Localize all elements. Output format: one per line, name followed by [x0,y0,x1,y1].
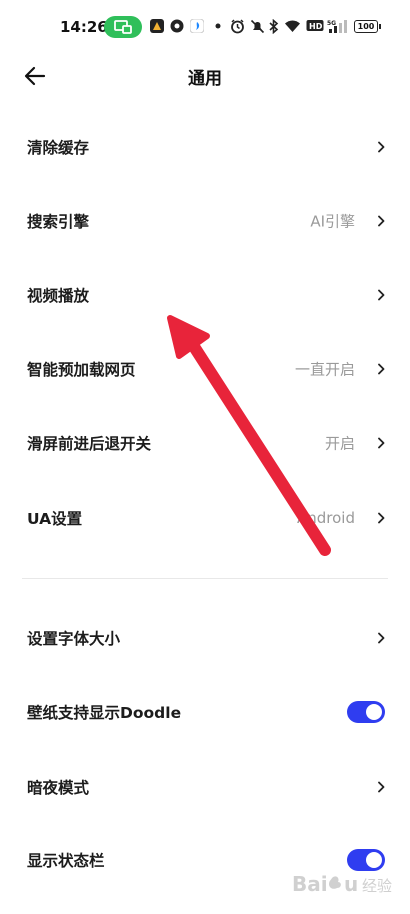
setting-label: 视频播放 [27,287,90,305]
chevron-right-icon [378,215,385,227]
setting-font-size[interactable]: 设置字体大小 [0,601,410,675]
chevron-right-icon [378,289,385,301]
app-icon [190,19,204,33]
setting-search-engine[interactable]: 搜索引擎 AI引擎 [0,184,410,258]
svg-text:Bai: Bai [292,872,328,896]
setting-smart-preload[interactable]: 智能预加载网页 一直开启 [0,332,410,406]
setting-label: 设置字体大小 [27,630,121,648]
setting-label: 滑屏前进后退开关 [27,435,152,453]
setting-value: 开启 [324,434,355,453]
setting-label: 暗夜模式 [27,779,90,797]
wifi-icon [285,20,300,32]
setting-label: 显示状态栏 [27,852,105,870]
page-title: 通用 [188,69,222,89]
app-icon [150,19,164,33]
setting-value: Android [297,509,355,527]
screen-cast-pill[interactable] [104,16,142,38]
chevron-right-icon [378,363,385,375]
setting-ua[interactable]: UA设置 Android [0,481,410,555]
setting-label: UA设置 [27,510,83,528]
baidu-watermark: Bai u 经验 [292,872,392,896]
setting-value: 一直开启 [294,360,355,379]
chevron-right-icon [378,632,385,644]
chevron-right-icon [378,781,385,793]
setting-label: 智能预加载网页 [27,361,136,379]
setting-label: 清除缓存 [27,139,90,157]
setting-label: 搜索引擎 [27,213,90,231]
setting-clear-cache[interactable]: 清除缓存 [0,110,410,184]
setting-label: 壁纸支持显示Doodle [27,704,182,722]
doodle-toggle[interactable] [347,701,385,723]
signal-icon: 5G [327,20,347,33]
status-bar: 14:26 HD 5G 100 [0,0,410,56]
setting-dark-mode[interactable]: 暗夜模式 [0,750,410,824]
header: 通用 [0,56,410,96]
chevron-right-icon [378,437,385,449]
status-time: 14:26 [60,18,108,36]
setting-video-playback[interactable]: 视频播放 [0,258,410,332]
screen-cast-icon [114,20,132,34]
app-icon [170,19,184,33]
svg-text:u: u [344,872,358,896]
svg-text:经验: 经验 [362,877,392,895]
chevron-right-icon [378,141,385,153]
setting-swipe-navigation[interactable]: 滑屏前进后退开关 开启 [0,406,410,480]
toggle-knob [366,704,382,720]
bluetooth-icon [269,19,279,34]
chevron-right-icon [378,512,385,524]
svg-text:5G: 5G [327,20,336,27]
battery-icon: 100 [354,20,381,33]
dot-icon [215,23,221,29]
hd-icon: HD [306,20,324,31]
svg-text:HD: HD [309,22,323,31]
section-divider [22,578,388,579]
setting-doodle-wallpaper: 壁纸支持显示Doodle [0,675,410,749]
setting-value: AI引擎 [310,212,355,231]
alarm-icon [231,19,244,34]
mute-icon [250,19,265,34]
